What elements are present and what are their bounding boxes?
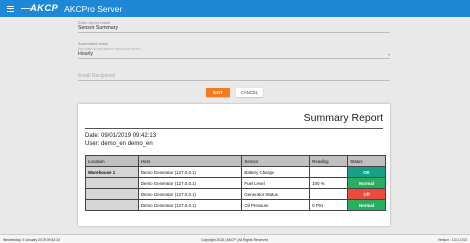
host-cell: Demo Generator (127.0.0.1) (137, 188, 243, 200)
column-header: Sensor (241, 155, 311, 167)
automated-email-value[interactable]: Hourly (78, 51, 93, 57)
table-row: Warehouse 1 Demo Generator (127.0.0.1) Bat… (85, 166, 386, 178)
table-row: Demo Generator (127.0.0.1) Generator Stat… (85, 188, 386, 200)
reading-cell (309, 166, 349, 178)
location-cell (85, 199, 139, 211)
exit-button[interactable]: EXIT (206, 88, 230, 97)
akcp-logo: —AKCP (21, 3, 59, 14)
footer-bar: Wednesday, 9 January 2019 09:42:34 Copyr… (0, 234, 470, 243)
app-title: AKCPro Server (64, 3, 123, 14)
report-table: Location Host Sensor Reading Status Ware… (85, 155, 386, 211)
status-badge: OK (347, 166, 386, 178)
hamburger-menu-icon[interactable] (3, 0, 17, 17)
host-cell: Demo Generator (127.0.0.1) (137, 177, 243, 189)
table-header-row: Location Host Sensor Reading Status (85, 155, 386, 167)
column-header: Status (347, 155, 386, 167)
column-header: Reading (309, 155, 349, 167)
status-badge: Normal (347, 199, 386, 211)
divider (85, 128, 383, 129)
status-badge: Normal (347, 177, 386, 189)
chevron-down-icon[interactable]: ▾ (388, 52, 390, 57)
footer-datetime: Wednesday, 9 January 2019 09:42:34 (3, 238, 60, 242)
sensor-cell: Fuel Level (241, 177, 311, 189)
column-header: Host (137, 155, 243, 167)
host-cell: Demo Generator (127.0.0.1) (137, 166, 243, 178)
reading-cell (309, 188, 349, 200)
report-user: User: demo_en demo_en (85, 141, 153, 147)
reading-cell: 100 % (309, 177, 349, 189)
automated-email-label: Automated email (78, 41, 109, 46)
cancel-button[interactable]: CANCEL (236, 88, 263, 97)
top-bar: —AKCP AKCPro Server (0, 0, 470, 17)
email-recipients-placeholder[interactable]: Email Recipients (78, 73, 390, 79)
sensor-cell: Generator Status (241, 188, 311, 200)
status-badge: Off (347, 188, 386, 200)
host-cell: Demo Generator (127.0.0.1) (137, 199, 243, 211)
location-cell (85, 177, 139, 189)
location-cell: Warehouse 1 (85, 166, 139, 178)
report-date: Date: 09/01/2019 09:42:13 (85, 133, 157, 139)
table-row: Demo Generator (127.0.0.1) Oil Pressure 0 … (85, 199, 386, 211)
table-row: Demo Generator (127.0.0.1) Fuel Level 100 … (85, 177, 386, 189)
report-name-field[interactable]: Enter report name Sensor Summary (78, 20, 390, 33)
sensor-cell: Oil Pressure (241, 199, 311, 211)
location-cell (85, 188, 139, 200)
automated-email-select[interactable]: Automated email How often do you want to… (78, 41, 390, 59)
summary-report-panel: Summary Report Date: 09/01/2019 09:42:13… (78, 104, 390, 226)
sensor-cell: Battery Charge (241, 166, 311, 178)
email-recipients-field[interactable]: Email Recipients (78, 73, 390, 81)
footer-version: Version : 13.0.1703 (437, 238, 467, 242)
report-name-value[interactable]: Sensor Summary (78, 25, 390, 31)
column-header: Location (85, 155, 139, 167)
footer-copyright: Copyright 2018 | AKCP | All Rights Reser… (201, 238, 269, 242)
report-title: Summary Report (303, 112, 383, 124)
reading-cell: 0 PSI (309, 199, 349, 211)
